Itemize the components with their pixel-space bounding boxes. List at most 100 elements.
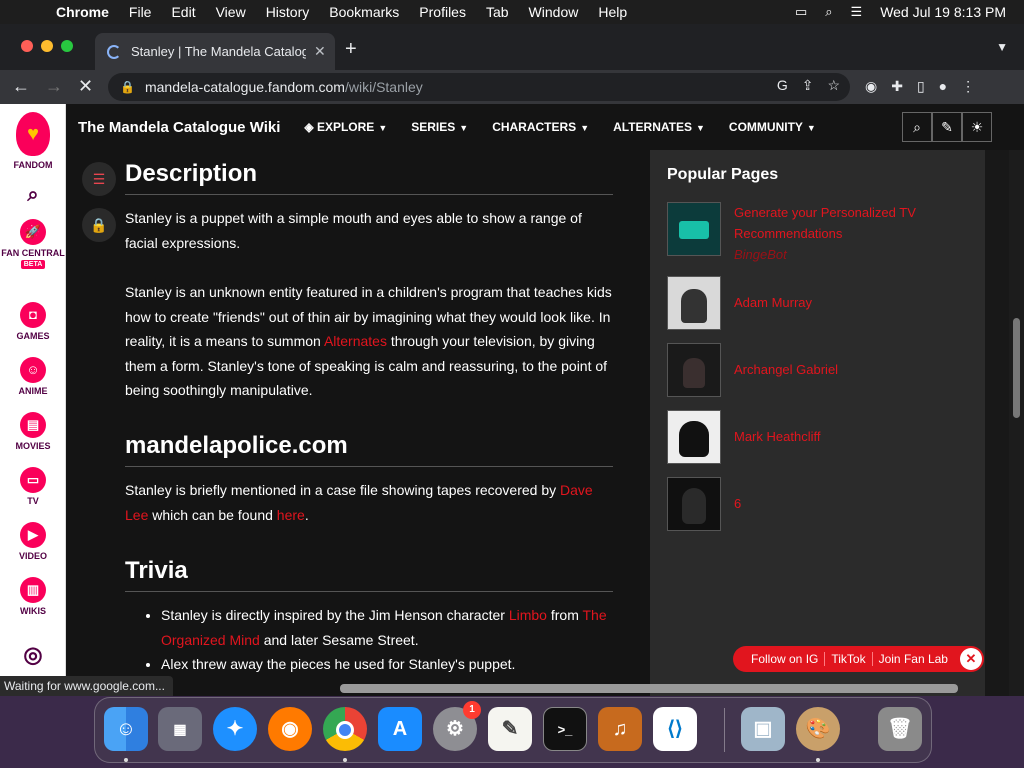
menu-profiles[interactable]: Profiles [419,4,466,20]
trash-icon[interactable]: 🗑 [878,707,922,751]
garageband-icon[interactable]: ♫ [598,707,642,751]
control-center-icon[interactable]: ☰ [851,4,863,20]
popular-page-thumbnail[interactable] [667,276,721,330]
search-icon[interactable]: ⌕ [0,184,66,207]
popular-page-link[interactable]: Adam Murray [734,292,954,313]
app-store-icon[interactable]: A [378,707,422,751]
popular-page-thumbnail[interactable] [667,410,721,464]
profile-avatar-icon[interactable]: ● [939,78,947,95]
tab-search-chevron-icon[interactable]: ▼ [996,40,1008,54]
nav-alternates[interactable]: ALTERNATES ▼ [613,120,705,134]
wiki-name[interactable]: The Mandela Catalogue Wiki [78,119,280,136]
vertical-scrollbar[interactable] [1009,150,1024,696]
terminal-icon[interactable]: >_ [543,707,587,751]
nav-series[interactable]: SERIES ▼ [411,120,468,134]
horizontal-scrollbar-thumb[interactable] [340,684,958,693]
rail-wikis[interactable]: ▥ WIKIS [0,577,66,616]
browser-tab-active[interactable]: Stanley | The Mandela Catalogue ✕ [95,33,335,70]
popular-page-item[interactable]: 6 [667,477,977,531]
theme-toggle-button[interactable]: ☀ [962,112,992,142]
popular-page-thumbnail[interactable] [667,477,721,531]
popular-page-link[interactable]: Mark Heathcliff [734,426,954,447]
menu-edit[interactable]: Edit [171,4,195,20]
link-here[interactable]: here [277,507,305,523]
user-account-icon[interactable]: ◎ [0,642,66,668]
rail-movies[interactable]: ▤ MOVIES [0,412,66,451]
system-settings-icon[interactable]: ⚙ 1 [433,701,481,751]
google-lens-icon[interactable]: G [777,77,788,94]
link-alternates[interactable]: Alternates [324,333,387,349]
tiktok-link[interactable]: TikTok [825,652,873,666]
lock-icon[interactable]: 🔒 [82,208,116,242]
firefox-icon[interactable]: ◉ [268,707,312,751]
link-limbo[interactable]: Limbo [509,607,547,623]
extension-icon[interactable]: ◉ [865,78,877,95]
nav-alternates-label: ALTERNATES [613,120,692,134]
chevron-down-icon: ▼ [459,123,469,133]
vertical-scrollbar-thumb[interactable] [1013,318,1020,418]
gamepad-icon: ◘ [20,302,46,328]
preview-icon[interactable]: ▣ [741,707,785,751]
popular-page-item[interactable]: Adam Murray [667,276,977,330]
popular-page-link[interactable]: Generate your Personalized TV Recommenda… [734,202,954,265]
popular-page-link[interactable]: Archangel Gabriel [734,359,954,380]
finder-icon[interactable]: ☺ [104,707,148,751]
forward-button[interactable]: → [45,76,63,97]
nav-explore[interactable]: ◈ EXPLORE ▼ [304,120,387,134]
lock-icon[interactable]: 🔒 [120,80,135,94]
discussions-button[interactable]: ✎ [932,112,962,142]
anime-icon: ☺ [20,357,46,383]
follow-on-ig-link[interactable]: Follow on IG [745,652,826,666]
new-tab-button[interactable]: + [345,38,357,61]
rail-tv[interactable]: ▭ TV [0,467,66,506]
chrome-menu-icon[interactable]: ⋮ [961,78,975,95]
safari-icon[interactable]: ✦ [213,707,257,751]
wiki-search-button[interactable]: ⌕ [902,112,932,142]
menu-help[interactable]: Help [598,4,627,20]
textedit-icon[interactable]: ✎ [488,707,532,751]
nav-characters[interactable]: CHARACTERS ▼ [492,120,589,134]
window-minimize-button[interactable] [41,40,53,52]
spotlight-search-icon[interactable]: ⌕ [825,4,832,20]
screen-mirroring-icon[interactable]: ▭ [795,4,807,20]
fandom-logo[interactable]: ♥ FANDOM [0,112,66,170]
menu-bookmarks[interactable]: Bookmarks [329,4,399,20]
stop-loading-button[interactable]: ✕ [78,76,93,97]
close-icon[interactable]: ✕ [959,648,982,670]
rail-video[interactable]: ▶ VIDEO [0,522,66,561]
popular-page-link[interactable]: 6 [734,493,954,514]
tab-close-icon[interactable]: ✕ [314,43,326,60]
chevron-down-icon: ▼ [806,123,816,133]
chrome-icon[interactable] [323,707,367,751]
menu-view[interactable]: View [216,4,246,20]
window-close-button[interactable] [21,40,33,52]
menu-tab[interactable]: Tab [486,4,509,20]
popular-page-item[interactable]: Generate your Personalized TV Recommenda… [667,202,977,262]
popular-page-title[interactable]: Generate your Personalized TV Recommenda… [734,205,916,241]
rail-anime[interactable]: ☺ ANIME [0,357,66,396]
menu-app-name[interactable]: Chrome [56,4,109,20]
side-panel-icon[interactable]: ▯ [917,78,925,95]
share-icon[interactable]: ⇪ [802,77,814,94]
window-zoom-button[interactable] [61,40,73,52]
extensions-puzzle-icon[interactable]: ✚ [891,78,903,95]
launchpad-icon[interactable]: ▦ [158,707,202,751]
popular-page-item[interactable]: Mark Heathcliff [667,410,977,464]
nav-community[interactable]: COMMUNITY ▼ [729,120,816,134]
menubar-clock[interactable]: Wed Jul 19 8:13 PM [880,4,1006,20]
address-bar[interactable]: 🔒 mandela-catalogue.fandom.com/wiki/Stan… [108,73,850,101]
popular-page-item[interactable]: Archangel Gabriel [667,343,977,397]
bookmark-star-icon[interactable]: ☆ [827,77,840,94]
paintbrush-icon[interactable]: 🎨 [796,707,840,751]
join-fan-lab-link[interactable]: Join Fan Lab [873,652,954,666]
back-button[interactable]: ← [12,76,30,97]
menu-window[interactable]: Window [529,4,579,20]
table-of-contents-button[interactable]: ☰ [82,162,116,196]
vscode-icon[interactable]: ⟨⟩ [653,707,697,751]
popular-page-thumbnail[interactable] [667,343,721,397]
popular-page-thumbnail[interactable] [667,202,721,256]
menu-history[interactable]: History [266,4,310,20]
rail-games[interactable]: ◘ GAMES [0,302,66,341]
menu-file[interactable]: File [129,4,152,20]
rail-fan-central[interactable]: 🚀 FAN CENTRAL BETA [0,219,66,269]
